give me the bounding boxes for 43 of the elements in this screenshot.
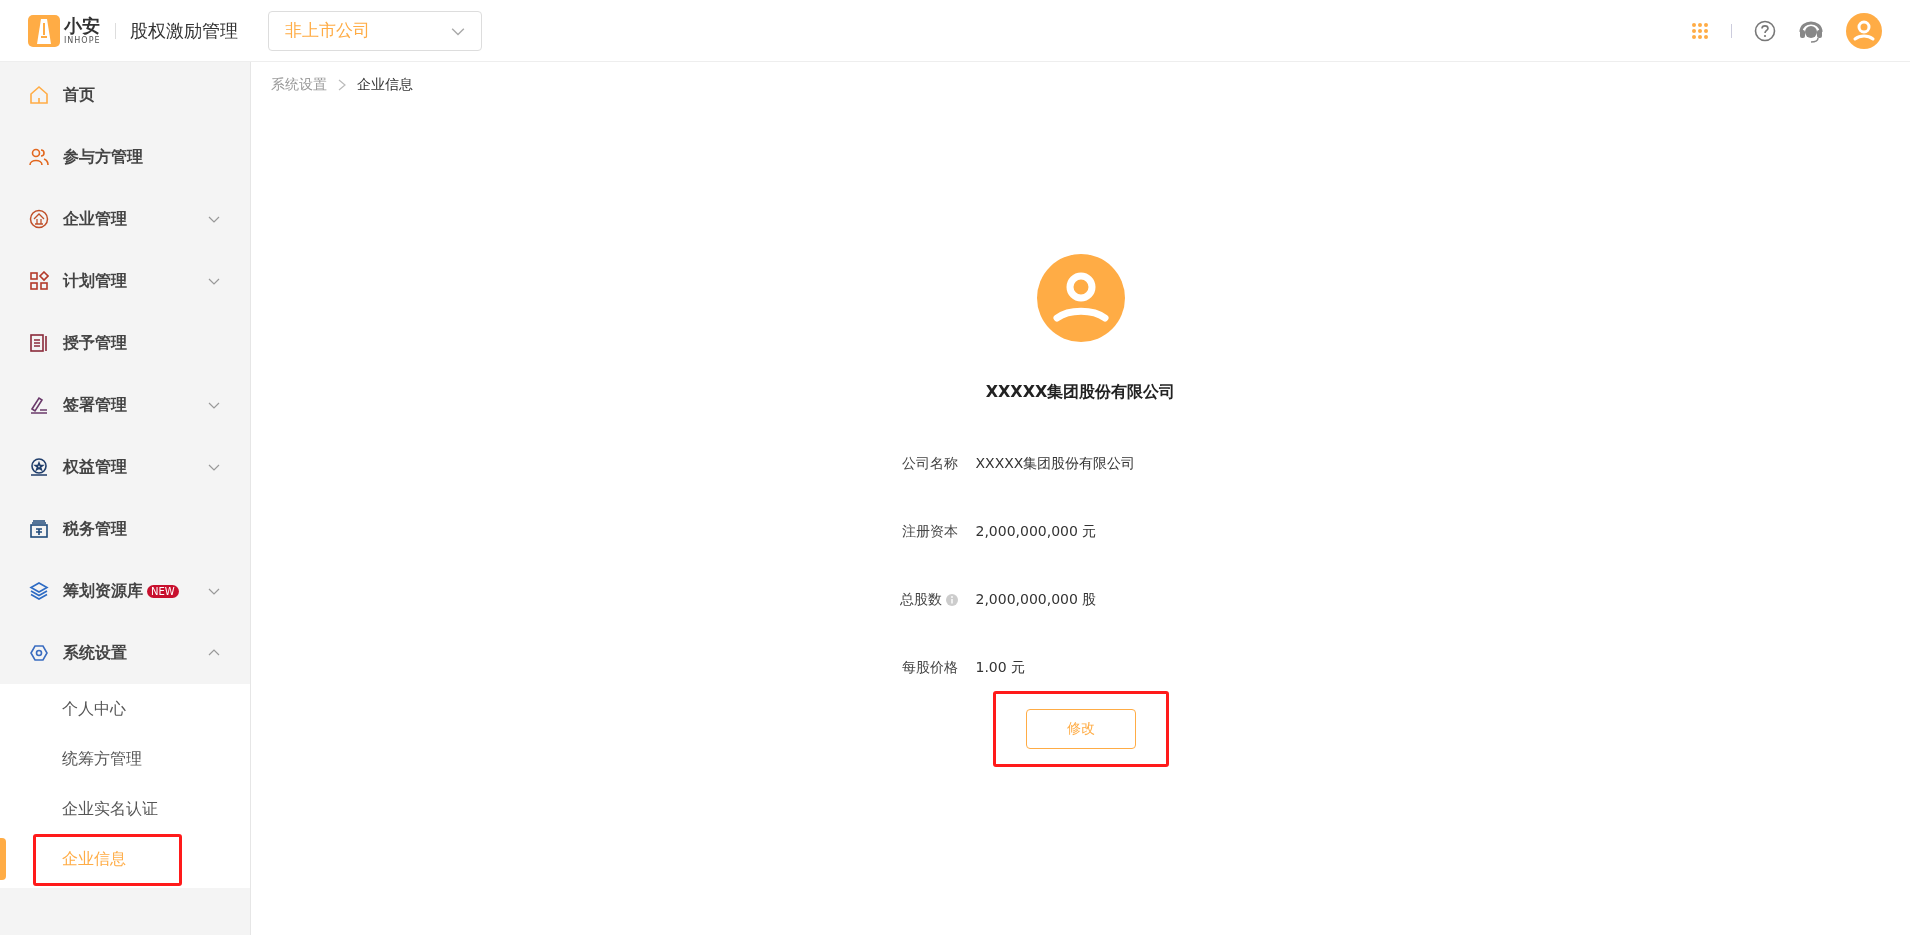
apps-grid-icon[interactable] [1691,21,1709,40]
company-title: XXXXX集团股份有限公司 [985,382,1176,403]
sidebar-item[interactable]: 企业管理 [0,188,250,250]
home-icon [29,85,49,105]
field-value: XXXXX集团股份有限公司 [974,455,1137,473]
chevron-right-icon [337,79,347,91]
sidebar-item[interactable]: 参与方管理 [0,126,250,188]
sidebar-item[interactable]: 税务管理 [0,498,250,560]
sidebar-item[interactable]: 计划管理 [0,250,250,312]
sidebar-item[interactable]: 权益管理 [0,436,250,498]
field-value: 1.00 元 [974,659,1027,677]
field-label: 公司名称 [901,455,958,473]
medal-icon [29,457,49,477]
logo-name: 小安 [64,16,101,35]
sidebar-item[interactable]: 系统设置 [0,622,250,684]
field-label: 注册资本 [901,523,958,541]
selection-bar [0,838,6,880]
sidebar-item[interactable]: 首页 [0,64,250,126]
new-badge: NEW [147,584,179,598]
logo-subtitle: INHOPE [64,36,101,45]
tax-form-icon [29,519,49,539]
user-avatar[interactable] [1846,12,1882,49]
sidebar-item[interactable]: 授予管理 [0,312,250,374]
people-icon [29,147,49,167]
settings-icon [29,643,49,663]
enterprise-icon [29,209,49,229]
pen-icon [29,395,49,415]
field-value: 2,000,000,000 股 [974,591,1098,609]
logo-icon [28,14,60,47]
app-title: 股权激励管理 [129,18,238,43]
submenu-item[interactable]: 个人中心 [0,684,250,734]
breadcrumb-item: 企业信息 [357,76,413,94]
sidebar-item[interactable]: 筹划资源库 NEW [0,560,250,622]
document-icon [29,333,49,353]
sidebar-item[interactable]: 签署管理 [0,374,250,436]
field-label: 总股数 [899,591,942,609]
help-icon[interactable] [1754,19,1776,42]
layers-icon [29,581,49,601]
field-label: 每股价格 [901,659,958,677]
submenu-item[interactable]: 统筹方管理 [0,734,250,784]
field-value: 2,000,000,000 元 [974,523,1098,541]
submenu-item[interactable]: 企业实名认证 [0,784,250,834]
grid-icon [29,271,49,291]
